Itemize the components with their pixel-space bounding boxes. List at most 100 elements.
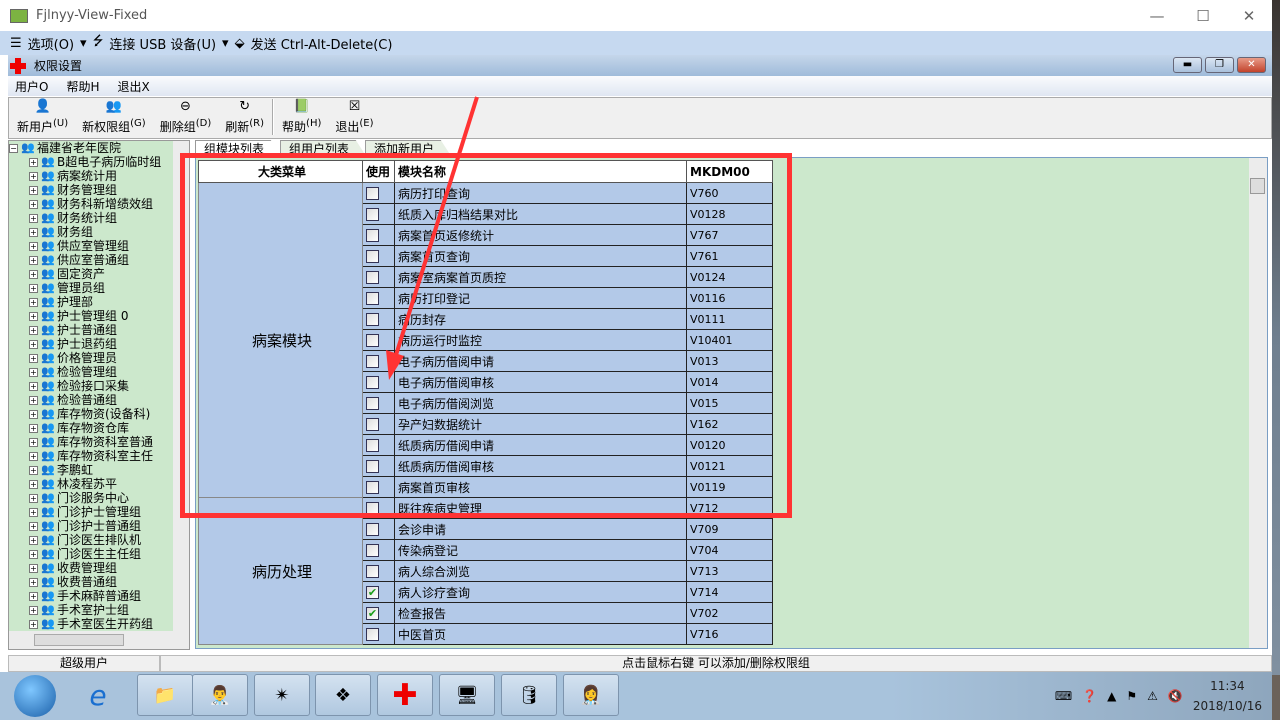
expand-icon[interactable]: + [29,619,38,629]
doctor-monitor-icon[interactable]: 👨‍⚕️ [192,674,248,716]
minimize-button[interactable]: — [1134,0,1180,31]
expand-icon[interactable]: + [29,465,38,475]
expand-icon[interactable]: + [29,325,38,335]
expand-icon[interactable]: + [29,577,38,587]
expand-icon[interactable]: + [29,605,38,615]
tree-item[interactable]: + 👥 库存物资仓库 [9,421,189,435]
expand-icon[interactable]: + [29,437,38,447]
col-header-module-name[interactable]: 模块名称 [394,160,687,183]
use-checkbox[interactable] [366,376,379,389]
expand-icon[interactable]: + [29,535,38,545]
keyboard-icon[interactable]: ⌨ [1055,689,1072,703]
expand-icon[interactable]: + [29,353,38,363]
grid-vertical-scrollbar[interactable] [1249,158,1267,648]
use-checkbox[interactable] [366,439,379,452]
tree-horizontal-scrollbar[interactable] [9,631,189,649]
tree-item[interactable]: + 👥 B超电子病历临时组 [9,155,189,169]
use-checkbox[interactable] [366,292,379,305]
tree-item[interactable]: + 👥 收费管理组 [9,561,189,575]
expand-icon[interactable]: + [29,563,38,573]
tree-item[interactable]: + 👥 门诊服务中心 [9,491,189,505]
expand-icon[interactable]: + [29,521,38,531]
show-hidden-icons[interactable]: ▲ [1107,689,1116,703]
use-checkbox[interactable] [366,355,379,368]
toolbar-button[interactable]: ☒ 退出 (E) [335,99,373,135]
send-cad-button[interactable]: 发送 Ctrl-Alt-Delete(C) [251,34,393,53]
toolbar-button[interactable]: 👤 新用户 (U) [17,99,68,135]
tree-item[interactable]: + 👥 门诊护士普通组 [9,519,189,533]
use-checkbox[interactable]: ✔ [366,607,379,620]
use-checkbox[interactable] [366,523,379,536]
app-minimize-button[interactable]: ▬ [1173,57,1202,73]
app-restore-button[interactable]: ❐ [1205,57,1234,73]
red-cross-icon[interactable]: ✚ [377,674,433,716]
expand-icon[interactable]: + [29,591,38,601]
tree-item[interactable]: + 👥 检验接口采集 [9,379,189,393]
use-checkbox[interactable] [366,187,379,200]
use-checkbox[interactable]: ✔ [366,586,379,599]
tree-root[interactable]: − 👥 福建省老年医院 [9,141,189,155]
tree-item[interactable]: + 👥 病案统计用 [9,169,189,183]
tree-item[interactable]: + 👥 护士管理组 0 [9,309,189,323]
tree-item[interactable]: + 👥 李鹏虹 [9,463,189,477]
help-icon[interactable]: ❓ [1082,689,1097,703]
use-checkbox[interactable] [366,271,379,284]
tree-item[interactable]: + 👥 手术室护士组 [9,603,189,617]
use-checkbox[interactable] [366,229,379,242]
menu-user[interactable]: 用户O [15,78,48,95]
tree-item[interactable]: + 👥 财务统计组 [9,211,189,225]
explorer-icon[interactable]: 📁 [137,674,193,716]
col-header-use[interactable]: 使用 [362,160,395,183]
maximize-button[interactable]: ☐ [1180,0,1226,31]
tab-add-user[interactable]: 添加新用户 [365,140,452,156]
tree-item[interactable]: + 👥 收费普通组 [9,575,189,589]
expand-icon[interactable]: + [29,381,38,391]
compass-icon[interactable]: ✴ [254,674,310,716]
tree-item[interactable]: + 👥 管理员组 [9,281,189,295]
tree-item[interactable]: + 👥 门诊医生主任组 [9,547,189,561]
app-close-button[interactable]: ✕ [1237,57,1266,73]
expand-icon[interactable]: + [29,199,38,209]
expand-icon[interactable]: + [29,213,38,223]
tree-item[interactable]: + 👥 供应室管理组 [9,239,189,253]
expand-icon[interactable]: + [29,297,38,307]
expand-icon[interactable]: + [29,311,38,321]
expand-icon[interactable]: + [29,493,38,503]
sql-icon[interactable]: 🛢 [501,674,557,716]
toolbar-button[interactable]: 📗 帮助 (H) [282,99,321,135]
expand-icon[interactable]: + [29,241,38,251]
dropdown-icon[interactable]: ▾ [80,36,87,51]
expand-icon[interactable]: + [29,269,38,279]
tree-item[interactable]: + 👥 供应室普通组 [9,253,189,267]
tree-item[interactable]: + 👥 护理部 [9,295,189,309]
tree-item[interactable]: + 👥 门诊护士管理组 [9,505,189,519]
close-button[interactable]: ✕ [1226,0,1272,31]
tree-item[interactable]: + 👥 检验管理组 [9,365,189,379]
nurse-icon[interactable]: 👩‍⚕️ [563,674,619,716]
tab-group-users[interactable]: 组用户列表 [280,140,367,156]
use-checkbox[interactable] [366,208,379,221]
tree-item[interactable]: + 👥 库存物资(设备科) [9,407,189,421]
tree-item[interactable]: + 👥 护士退药组 [9,337,189,351]
crystal-icon[interactable]: ❖ [315,674,371,716]
volume-muted-icon[interactable]: 🔇 [1168,689,1183,703]
use-checkbox[interactable] [366,544,379,557]
col-header-category[interactable]: 大类菜单 [198,160,363,183]
tree-item[interactable]: + 👥 手术麻醉普通组 [9,589,189,603]
expand-icon[interactable]: + [29,549,38,559]
use-checkbox[interactable] [366,418,379,431]
expand-icon[interactable]: + [29,157,38,167]
expand-icon[interactable]: + [29,255,38,265]
use-checkbox[interactable] [366,313,379,326]
start-button[interactable] [14,675,56,717]
expand-icon[interactable]: + [29,227,38,237]
tree-item[interactable]: + 👥 护士普通组 [9,323,189,337]
expand-icon[interactable]: + [29,423,38,433]
collapse-icon[interactable]: − [9,143,18,153]
use-checkbox[interactable] [366,460,379,473]
tree-item[interactable]: + 👥 财务管理组 [9,183,189,197]
expand-icon[interactable]: + [29,171,38,181]
expand-icon[interactable]: + [29,479,38,489]
tree-item[interactable]: + 👥 库存物资科室主任 [9,449,189,463]
use-checkbox[interactable] [366,334,379,347]
